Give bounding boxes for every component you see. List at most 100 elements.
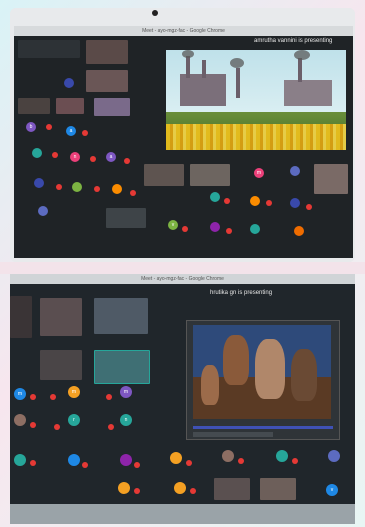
shared-screen-presentation[interactable]	[166, 50, 346, 150]
mic-muted-icon	[182, 226, 188, 232]
participant-avatar	[170, 452, 182, 464]
participant-video-tile[interactable]	[86, 40, 128, 64]
participant-avatar	[34, 178, 44, 188]
mic-muted-icon	[134, 488, 140, 494]
participant-avatar	[250, 224, 260, 234]
participant-avatar	[294, 226, 304, 236]
smoke-cloud	[182, 50, 194, 58]
participant-avatar	[222, 450, 234, 462]
participant-avatar-v: v	[326, 484, 338, 496]
chimney	[236, 68, 240, 98]
mic-muted-icon	[124, 158, 130, 164]
webcam-icon	[152, 10, 158, 16]
factory-illustration	[284, 80, 332, 106]
video-controls[interactable]	[193, 432, 273, 437]
participant-video-tile[interactable]	[106, 208, 146, 228]
participant-video-tile[interactable]	[190, 164, 230, 186]
participant-avatar	[112, 184, 122, 194]
participant-video-tile[interactable]	[94, 298, 148, 334]
shared-screen-panel[interactable]	[186, 320, 340, 440]
mic-muted-icon	[30, 394, 36, 400]
participant-video-tile[interactable]	[40, 298, 82, 336]
participant-avatar-a: a	[66, 126, 76, 136]
mic-muted-icon	[186, 460, 192, 466]
participant-avatar-b: b	[26, 122, 36, 132]
mic-muted-icon	[52, 152, 58, 158]
mic-muted-icon	[30, 460, 36, 466]
participant-video-tile[interactable]	[260, 478, 296, 500]
video-progress-bar[interactable]	[193, 426, 333, 429]
participant-video-tile[interactable]	[314, 164, 348, 194]
presenter-banner: hrutika gn is presenting	[210, 290, 273, 296]
participant-video-tile[interactable]	[94, 98, 130, 116]
smoke-cloud	[294, 50, 310, 60]
mic-muted-icon	[306, 204, 312, 210]
mic-muted-icon	[224, 198, 230, 204]
mic-muted-icon	[266, 200, 272, 206]
participant-video-tile[interactable]	[56, 98, 84, 114]
participant-avatar-m: m	[120, 386, 132, 398]
participant-avatar-n: n	[120, 414, 132, 426]
participant-avatar-v: v	[168, 220, 178, 230]
participant-video-tile[interactable]	[144, 164, 184, 186]
mic-muted-icon	[90, 156, 96, 162]
participant-avatar	[290, 198, 300, 208]
participant-avatar	[72, 182, 82, 192]
participant-tile[interactable]	[18, 40, 80, 58]
participant-avatar	[276, 450, 288, 462]
participant-avatar	[328, 450, 340, 462]
mic-muted-icon	[238, 458, 244, 464]
participant-avatar	[174, 482, 186, 494]
participant-avatar-r: r	[68, 414, 80, 426]
participant-avatar-m: m	[68, 386, 80, 398]
mic-muted-icon	[94, 186, 100, 192]
participant-video-tile[interactable]	[40, 350, 82, 380]
cartoon-character	[223, 335, 249, 385]
participant-avatar	[64, 78, 74, 88]
mic-muted-icon	[134, 462, 140, 468]
participant-avatar-n: n	[70, 152, 80, 162]
bottom-laptop-photo: Meet - ayo-mgz-fac - Google Chrome hruti…	[10, 274, 355, 524]
presenter-banner: amrutha vannini is presenting	[254, 38, 333, 44]
mic-muted-icon	[56, 184, 62, 190]
participant-avatar-m: m	[254, 168, 264, 178]
factory-illustration	[180, 74, 226, 106]
participant-avatar	[118, 482, 130, 494]
mic-muted-icon	[106, 394, 112, 400]
browser-titlebar-top: Meet - ayo-mgz-fac - Google Chrome	[14, 26, 353, 36]
participant-avatar	[250, 196, 260, 206]
pink-backdrop-strip	[0, 262, 365, 274]
cartoon-video-frame[interactable]	[193, 325, 331, 419]
mic-muted-icon	[54, 424, 60, 430]
mic-muted-icon	[130, 190, 136, 196]
participant-avatar-m: m	[14, 388, 26, 400]
participant-avatar-a: a	[106, 152, 116, 162]
chimney	[186, 56, 190, 78]
mic-muted-icon	[30, 422, 36, 428]
mic-muted-icon	[226, 228, 232, 234]
participant-video-tile[interactable]	[18, 98, 50, 114]
participant-video-tile[interactable]	[10, 296, 32, 338]
mic-muted-icon	[292, 458, 298, 464]
participant-avatar	[210, 192, 220, 202]
presentation-flowers	[166, 124, 346, 150]
participant-avatar	[38, 206, 48, 216]
cartoon-character	[201, 365, 219, 405]
participant-video-tile[interactable]	[214, 478, 250, 500]
chimney	[298, 58, 302, 82]
participant-avatar	[290, 166, 300, 176]
participant-video-tile[interactable]	[86, 70, 128, 92]
mic-muted-icon	[108, 424, 114, 430]
participant-avatar	[120, 454, 132, 466]
top-laptop-photo: Meet - ayo-mgz-fac - Google Chrome b a n…	[10, 8, 355, 262]
cartoon-character	[291, 349, 317, 401]
mic-muted-icon	[190, 488, 196, 494]
meet-screen-top: Meet - ayo-mgz-fac - Google Chrome b a n…	[14, 26, 353, 258]
participant-avatar	[210, 222, 220, 232]
participant-avatar	[68, 454, 80, 466]
chimney	[202, 60, 206, 78]
participant-video-tile-active[interactable]	[94, 350, 150, 384]
smoke-cloud	[230, 58, 244, 68]
cartoon-character	[255, 339, 285, 399]
participant-avatar	[32, 148, 42, 158]
